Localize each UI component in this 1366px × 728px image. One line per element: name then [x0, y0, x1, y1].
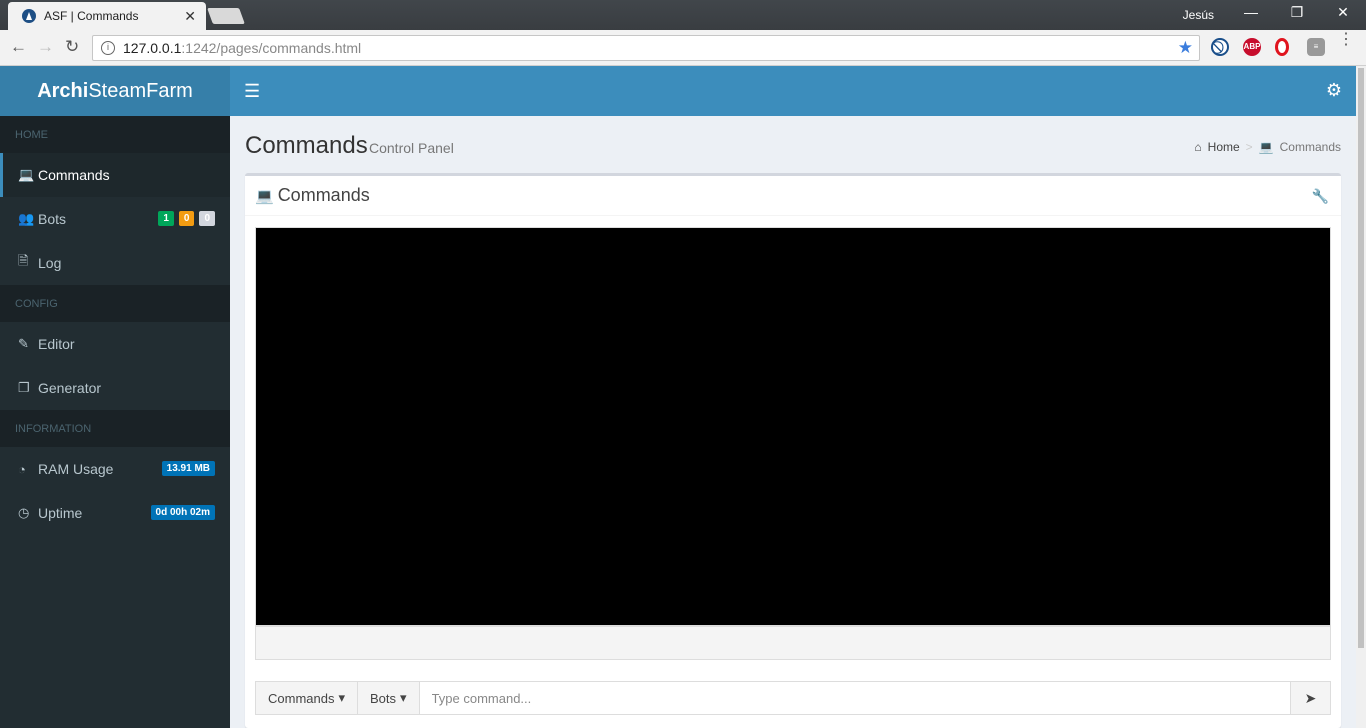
- breadcrumb-separator: >: [1245, 140, 1253, 154]
- app-logo[interactable]: ArchiSteamFarm: [0, 66, 230, 116]
- url-host: 127.0.0.1: [123, 40, 182, 56]
- database-icon[interactable]: ≡: [1307, 38, 1325, 56]
- copy-icon: ❐: [18, 380, 30, 395]
- breadcrumb: ⌂ Home > 💻 Commands: [1194, 140, 1341, 154]
- sidebar-item-label: Editor: [38, 336, 75, 352]
- browser-menu-icon[interactable]: ⋮: [1338, 32, 1354, 48]
- info-icon[interactable]: i: [101, 41, 115, 55]
- sidebar-item-log[interactable]: 🗎 Log: [0, 241, 230, 285]
- reload-icon[interactable]: ↻: [65, 37, 79, 57]
- bots-online-badge: 1: [158, 211, 174, 226]
- bots-dropdown-label: Bots: [370, 690, 397, 706]
- home-icon: ⌂: [1194, 140, 1202, 154]
- address-bar[interactable]: i 127.0.0.1:1242/pages/commands.html ★: [92, 35, 1200, 61]
- command-input-group: Commands ▾ Bots ▾ ➤: [255, 681, 1331, 715]
- dashboard-gauge-icon: ◔: [18, 461, 26, 477]
- commands-dropdown-label: Commands: [268, 690, 335, 706]
- users-icon: 👥: [18, 211, 35, 226]
- browser-tab[interactable]: ASF | Commands ✕: [8, 2, 206, 30]
- sidebar-item-label: Commands: [38, 167, 110, 183]
- top-navbar: ☰ ⚙: [230, 66, 1356, 116]
- window-close-icon[interactable]: ✕: [1320, 4, 1366, 21]
- commands-box: 💻 Commands 🔧 Commands ▾ Bots ▾ ➤: [245, 173, 1341, 728]
- new-tab-button[interactable]: [207, 8, 245, 24]
- bot-status-badges: 1 0 0: [158, 211, 215, 226]
- bookmark-star-icon[interactable]: ★: [1178, 38, 1193, 58]
- sidebar-header-information: INFORMATION: [0, 410, 230, 447]
- box-header: 💻 Commands 🔧: [245, 176, 1341, 216]
- sidebar-header-home: HOME: [0, 116, 230, 153]
- opera-icon[interactable]: [1275, 38, 1289, 56]
- wrench-icon[interactable]: 🔧: [1312, 188, 1329, 205]
- content-area: Commands Control Panel ⌂ Home > 💻 Comman…: [230, 116, 1356, 728]
- file-text-icon: 🗎: [18, 253, 29, 268]
- sidebar-item-bots[interactable]: 👥 Bots 1 0 0: [0, 197, 230, 241]
- settings-cogs-icon[interactable]: ⚙: [1326, 80, 1342, 101]
- breadcrumb-current: Commands: [1279, 140, 1341, 154]
- url-path: :1242/pages/commands.html: [181, 40, 362, 56]
- sidebar-header-config: CONFIG: [0, 285, 230, 322]
- sidebar-item-ram-usage[interactable]: ◔ RAM Usage 13.91 MB: [0, 447, 230, 491]
- paper-plane-icon: ➤: [1304, 689, 1317, 706]
- forward-arrow-icon[interactable]: →: [37, 37, 54, 57]
- browser-tabstrip: ASF | Commands ✕ Jesús — ❐ ✕: [0, 0, 1366, 30]
- sidebar-item-editor[interactable]: ✎ Editor: [0, 322, 230, 366]
- command-input[interactable]: [419, 681, 1291, 715]
- page-subtitle: Control Panel: [369, 140, 454, 156]
- edit-icon: ✎: [18, 336, 29, 351]
- sidebar-item-generator[interactable]: ❐ Generator: [0, 366, 230, 410]
- browser-toolbar: ← → ↻ i 127.0.0.1:1242/pages/commands.ht…: [0, 30, 1366, 66]
- asf-favicon-icon: [22, 9, 36, 23]
- sidebar-toggle-icon[interactable]: ☰: [244, 81, 260, 102]
- laptop-icon: 💻: [1258, 140, 1274, 154]
- sidebar: HOME 💻 Commands 👥 Bots 1 0 0 🗎 Log CONFI…: [0, 116, 230, 728]
- uptime-badge: 0d 00h 02m: [150, 505, 215, 520]
- profile-name[interactable]: Jesús: [1183, 8, 1214, 22]
- ram-usage-badge: 13.91 MB: [161, 461, 215, 476]
- tab-title: ASF | Commands: [44, 9, 139, 23]
- command-console-output: [255, 227, 1331, 626]
- clock-icon: ◷: [18, 505, 30, 520]
- send-command-button[interactable]: ➤: [1291, 681, 1331, 715]
- block-icon[interactable]: ⃠: [1211, 38, 1229, 56]
- logo-bold: Archi: [37, 80, 89, 102]
- back-arrow-icon[interactable]: ←: [10, 37, 27, 57]
- restore-icon[interactable]: ❐: [1274, 4, 1320, 21]
- sidebar-item-uptime[interactable]: ◷ Uptime 0d 00h 02m: [0, 491, 230, 535]
- minimize-icon[interactable]: —: [1228, 4, 1274, 20]
- tab-close-icon[interactable]: ✕: [184, 8, 196, 25]
- caret-down-icon: ▾: [400, 690, 407, 705]
- breadcrumb-home[interactable]: Home: [1208, 140, 1240, 154]
- laptop-icon: 💻: [255, 187, 274, 205]
- page-scrollbar[interactable]: [1356, 66, 1366, 728]
- page-title: Commands: [245, 132, 368, 159]
- logo-rest: SteamFarm: [88, 80, 193, 102]
- sidebar-item-commands[interactable]: 💻 Commands: [0, 153, 230, 197]
- bots-dropdown-button[interactable]: Bots ▾: [358, 681, 420, 715]
- caret-down-icon: ▾: [338, 690, 345, 705]
- commands-dropdown-button[interactable]: Commands ▾: [255, 681, 358, 715]
- laptop-icon: 💻: [18, 167, 35, 182]
- scrollbar-thumb[interactable]: [1358, 68, 1364, 648]
- adblock-plus-icon[interactable]: ABP: [1243, 38, 1261, 56]
- bots-offline-badge: 0: [199, 211, 215, 226]
- sidebar-item-label: Generator: [38, 380, 102, 396]
- box-title: Commands: [277, 185, 370, 205]
- bots-idle-badge: 0: [178, 211, 195, 226]
- asf-app: ArchiSteamFarm ☰ ⚙ HOME 💻 Commands 👥 Bot…: [0, 66, 1356, 728]
- console-footer: [255, 626, 1331, 660]
- sidebar-item-label: Log: [38, 255, 62, 271]
